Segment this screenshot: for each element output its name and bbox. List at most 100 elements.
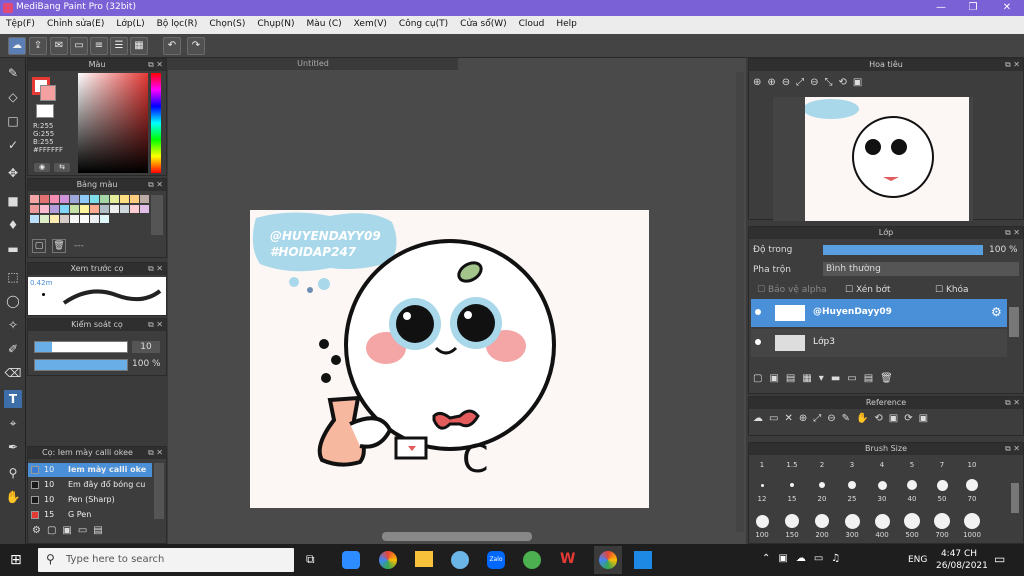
brush-size-dot[interactable] <box>907 480 917 490</box>
medibang-taskbar-item[interactable] <box>594 546 622 574</box>
grid-icon[interactable]: ▦ <box>130 37 148 55</box>
navigator-tools[interactable]: ⊕⊕⊖⤢⊖⤡⟲▣ <box>753 77 868 88</box>
canvas-vertical-scrollbar[interactable] <box>736 72 744 532</box>
canvas-horizontal-scrollbar[interactable] <box>382 532 532 541</box>
menu-window[interactable]: Cửa sổ(W) <box>454 16 512 29</box>
brush-size-dot[interactable] <box>904 513 920 529</box>
brush-size-dot[interactable] <box>785 514 799 528</box>
document-tab[interactable]: Untitled <box>168 58 458 70</box>
brush-size-header[interactable]: 5 <box>899 461 925 469</box>
palette-swatch[interactable] <box>70 205 79 213</box>
list-icon[interactable]: ☰ <box>110 37 128 55</box>
select-eraser-icon[interactable]: ⌫ <box>4 364 22 382</box>
search-box[interactable]: ⚲ Type here to search <box>38 548 294 572</box>
brush-row[interactable]: 10 Pen (Sharp) <box>28 493 152 507</box>
blend-select[interactable]: Bình thường <box>823 262 1019 276</box>
undo-icon[interactable]: ↶ <box>163 37 181 55</box>
panel-close-icon[interactable]: ⧉ ✕ <box>148 447 163 459</box>
panel-close-icon[interactable]: ⧉ ✕ <box>1005 59 1020 71</box>
coccoc-icon[interactable] <box>523 551 541 569</box>
palette-swatch[interactable] <box>80 195 89 203</box>
comment-icon[interactable]: ✉ <box>50 37 68 55</box>
brush-size-header[interactable]: 1 <box>749 461 775 469</box>
brush-size-slider[interactable] <box>34 341 128 353</box>
brush-list-actions[interactable]: ⚙▢▣▭▤ <box>32 525 109 536</box>
gradient-tool-icon[interactable]: ▬ <box>4 240 22 258</box>
photos-icon[interactable] <box>634 551 652 569</box>
brush-row[interactable]: 15 G Pen <box>28 508 152 522</box>
system-tray-icons[interactable]: ⌃▣☁▭♫ <box>762 553 848 564</box>
palette-swatch[interactable] <box>110 205 119 213</box>
gear-icon[interactable]: ⚙ <box>991 305 1002 319</box>
brush-row[interactable]: 10 Iem mày calli oke <box>28 463 152 477</box>
navigator-thumbnail[interactable] <box>803 97 969 221</box>
delete-palette-icon[interactable]: 🗑 <box>52 239 66 253</box>
brush-opacity-slider[interactable] <box>34 359 128 371</box>
palette-swatches[interactable] <box>30 195 150 235</box>
menu-capture[interactable]: Chụp(N) <box>251 16 300 29</box>
brush-size-dot[interactable] <box>755 514 769 528</box>
brush-size-dot[interactable] <box>819 482 825 488</box>
eyedropper-tool-icon[interactable]: ⚲ <box>4 464 22 482</box>
brush-size-dot[interactable] <box>877 480 887 490</box>
brush-size-dot[interactable] <box>934 513 950 529</box>
background-color-swatch[interactable] <box>40 85 56 101</box>
lasso-tool-icon[interactable]: ◯ <box>4 292 22 310</box>
eraser-tool-icon[interactable]: ◇ <box>4 88 22 106</box>
eye-icon[interactable] <box>755 309 761 315</box>
palette-swatch[interactable] <box>80 205 89 213</box>
brush-list-scrollbar[interactable] <box>154 463 164 519</box>
palette-swatch[interactable] <box>70 195 79 203</box>
minimize-button[interactable]: — <box>924 0 958 16</box>
restore-button[interactable]: ❐ <box>956 0 990 16</box>
text-tool-icon[interactable]: T <box>4 390 22 408</box>
palette-swatch[interactable] <box>140 195 149 203</box>
menu-tools[interactable]: Công cụ(T) <box>393 16 454 29</box>
blur-tool-icon[interactable]: ✒ <box>4 438 22 456</box>
panel-close-icon[interactable]: ⧉ ✕ <box>148 319 163 331</box>
palette-swatch[interactable] <box>40 215 49 223</box>
file-explorer-icon[interactable] <box>415 551 433 567</box>
palette-swatch[interactable] <box>30 215 39 223</box>
palette-swatch[interactable] <box>130 205 139 213</box>
wps-icon[interactable]: W <box>560 551 575 567</box>
eye-icon[interactable] <box>755 339 761 345</box>
cloud-icon[interactable]: ☁ <box>8 37 26 55</box>
document-icon[interactable]: ≡ <box>90 37 108 55</box>
palette-swatch[interactable] <box>110 195 119 203</box>
brush-size-dot[interactable] <box>874 513 890 529</box>
select-tool-icon[interactable]: ⬚ <box>4 268 22 286</box>
palette-swatch[interactable] <box>50 215 59 223</box>
windows-start-icon[interactable]: ⊞ <box>10 552 22 568</box>
brush-size-dot[interactable] <box>815 514 829 528</box>
brush-size-dot[interactable] <box>936 479 948 491</box>
palette-swatch[interactable] <box>50 195 59 203</box>
saturation-picker[interactable] <box>78 73 148 173</box>
swap-color-icon[interactable]: ⇆ <box>54 163 70 172</box>
layer-opacity-slider[interactable] <box>823 245 983 255</box>
panel-close-icon[interactable]: ⧉ ✕ <box>1005 443 1020 455</box>
menu-help[interactable]: Help <box>550 16 583 29</box>
palette-swatch[interactable] <box>100 195 109 203</box>
palette-swatch[interactable] <box>90 205 99 213</box>
redo-icon[interactable]: ↷ <box>187 37 205 55</box>
hand-tool-icon[interactable]: ✋ <box>4 488 22 506</box>
color-mode-icon[interactable]: ◉ <box>34 163 50 172</box>
select-pen-icon[interactable]: ✐ <box>4 340 22 358</box>
task-view-icon[interactable]: ⧉ <box>306 552 315 567</box>
panel-close-icon[interactable]: ⧉ ✕ <box>148 263 163 275</box>
protect-alpha-checkbox[interactable]: ☐ Bảo vệ alpha <box>757 285 827 295</box>
lock-checkbox[interactable]: ☐ Khóa <box>935 285 969 295</box>
move-tool-icon[interactable]: ✥ <box>4 164 22 182</box>
operation-tool-icon[interactable]: ⌖ <box>4 414 22 432</box>
brush-size-dot[interactable] <box>848 481 856 489</box>
brush-size-header[interactable]: 3 <box>839 461 865 469</box>
brush-size-scrollbar[interactable] <box>1011 483 1019 513</box>
brush-row[interactable]: 10 Em đây đổ bóng cu <box>28 478 152 492</box>
menu-view[interactable]: Xem(V) <box>348 16 393 29</box>
brush-size-header[interactable]: 1.5 <box>779 461 805 469</box>
brush-size-dot[interactable] <box>844 513 860 529</box>
palette-swatch[interactable] <box>100 215 109 223</box>
panel-close-icon[interactable]: ⧉ ✕ <box>148 59 163 71</box>
palette-swatch[interactable] <box>70 215 79 223</box>
